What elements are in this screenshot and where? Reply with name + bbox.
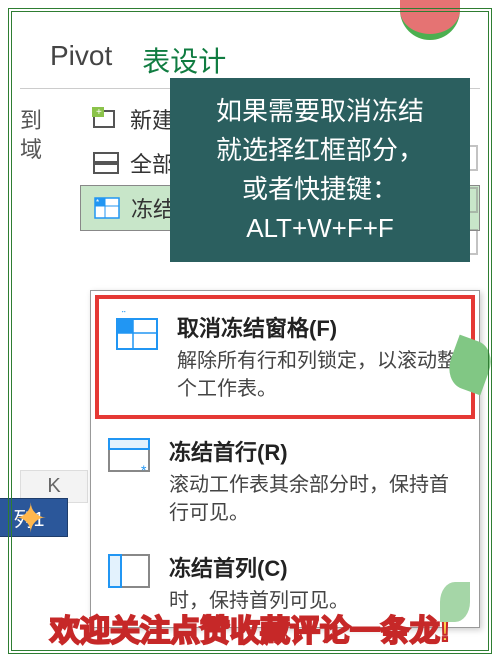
star-decoration: ✦ <box>14 496 48 542</box>
unfreeze-panes-item[interactable]: * 取消冻结窗格(F) 解除所有行和列锁定，以滚动整个工作表。 <box>95 295 475 419</box>
tab-table-design[interactable]: 表设计 <box>142 40 226 80</box>
freeze-top-row-item[interactable]: * 冻结首行(R) 滚动工作表其余部分时，保持首行可见。 <box>91 423 479 539</box>
tooltip-line: 就选择红框部分， <box>188 131 452 170</box>
svg-text:*: * <box>141 462 147 477</box>
ribbon-group-left: 到 域 <box>20 97 80 231</box>
freeze-row-title: 冻结首行(R) <box>169 435 465 467</box>
footer-text: 欢迎关注点赞收藏评论一条龙! <box>50 615 450 648</box>
freeze-row-icon: * <box>105 435 155 485</box>
arrange-all-icon <box>90 149 122 177</box>
freeze-panes-dropdown: * 取消冻结窗格(F) 解除所有行和列锁定，以滚动整个工作表。 * 冻结首行(R… <box>90 290 480 628</box>
freeze-col-icon <box>105 551 155 601</box>
leaf-decoration <box>440 582 470 622</box>
unfreeze-title: 取消冻结窗格(F) <box>177 311 457 343</box>
tooltip-line: ALT+W+F+F <box>188 209 452 248</box>
freeze-col-title: 冻结首列(C) <box>169 551 465 583</box>
new-window-icon: + <box>90 105 122 133</box>
tooltip-line: 如果需要取消冻结 <box>188 92 452 131</box>
tooltip-line: 或者快捷键： <box>188 170 452 209</box>
tab-pivot[interactable]: Pivot <box>50 40 112 80</box>
footer-cta: 欢迎关注点赞收藏评论一条龙! <box>0 606 500 650</box>
ribbon-label: 到 <box>20 107 80 136</box>
instruction-tooltip: 如果需要取消冻结 就选择红框部分， 或者快捷键： ALT+W+F+F <box>170 78 470 262</box>
unfreeze-desc: 解除所有行和列锁定，以滚动整个工作表。 <box>177 347 457 403</box>
svg-text:+: + <box>96 107 102 118</box>
unfreeze-icon: * <box>113 311 163 361</box>
svg-text:*: * <box>121 311 127 320</box>
ribbon-label: 域 <box>20 136 80 165</box>
freeze-row-desc: 滚动工作表其余部分时，保持首行可见。 <box>169 471 465 527</box>
freeze-panes-icon: * <box>91 194 123 222</box>
